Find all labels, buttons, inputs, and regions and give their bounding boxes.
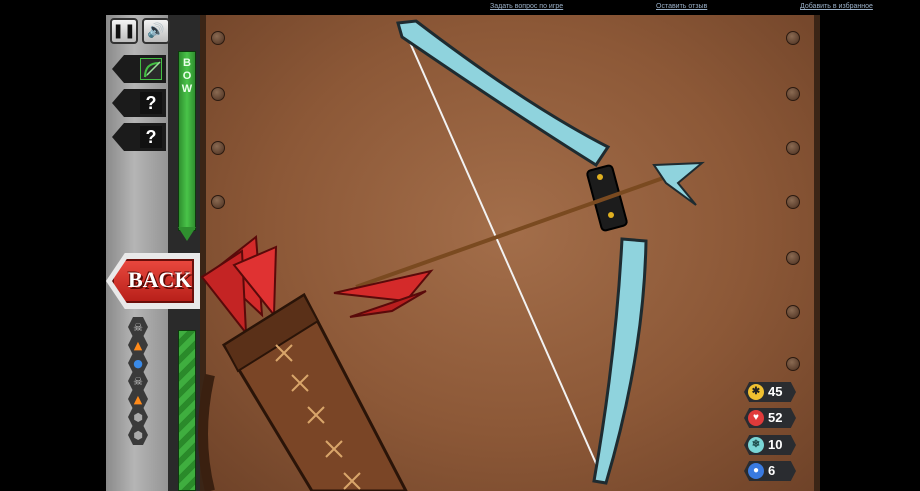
grip-stud <box>608 212 614 218</box>
grip-stud <box>597 174 603 180</box>
stat-damage-value: 45 <box>768 384 783 399</box>
stat-health: ♥ 52 <box>744 408 796 428</box>
stat-water: ● 6 <box>744 461 796 481</box>
heart-icon: ♥ <box>748 410 764 426</box>
stat-health-value: 52 <box>768 410 783 425</box>
page-root: Задать вопрос по игре Оставить отзыв Доб… <box>0 0 920 491</box>
stat-water-value: 6 <box>768 463 776 478</box>
stat-ice: ❄ 10 <box>744 435 796 455</box>
add-favorite-link[interactable]: Добавить в избранное <box>800 3 873 10</box>
stat-damage: ✱ 45 <box>744 382 796 402</box>
quiver-strap <box>198 373 215 491</box>
ask-question-link[interactable]: Задать вопрос по игре <box>490 3 563 10</box>
bow-upper-limb <box>396 19 611 168</box>
star-burst-icon: ✱ <box>748 384 764 400</box>
drop-icon: ● <box>748 463 764 479</box>
quiver-body <box>221 292 408 491</box>
weapon-art <box>198 19 705 491</box>
game-canvas[interactable]: BOW ❚❚ 🔊 ? ? BACK ☠ ▲ ● ☠ ▲ ⬢ ⬢ ✱ 45 ♥ 5… <box>106 15 820 491</box>
stat-ice-value: 10 <box>768 437 783 452</box>
snowflake-icon: ❄ <box>748 437 764 453</box>
arrow-head <box>652 161 705 206</box>
bow-lower-limb <box>592 237 648 485</box>
site-top-bar: Задать вопрос по игре Оставить отзыв Доб… <box>0 0 920 15</box>
leave-review-link[interactable]: Оставить отзыв <box>656 3 707 10</box>
